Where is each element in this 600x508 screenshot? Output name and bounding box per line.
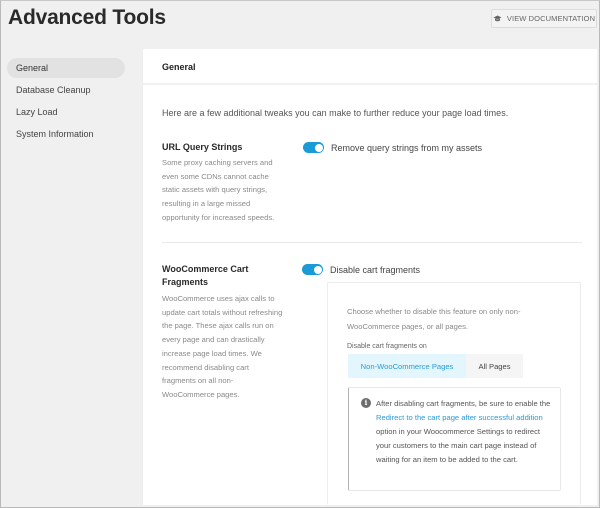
redirect-setting-link[interactable]: Redirect to the cart page after successf… (376, 413, 543, 422)
panel-description: Choose whether to disable this feature o… (347, 307, 521, 331)
sidebar-item-general[interactable]: General (7, 58, 125, 78)
sidebar-item-database-cleanup[interactable]: Database Cleanup (7, 80, 125, 100)
url-query-strings-description: Some proxy caching servers and even some… (162, 158, 275, 222)
url-query-strings-label: URL Query Strings (162, 142, 243, 152)
toggle-switch-on[interactable] (303, 142, 324, 153)
info-icon: i (361, 398, 371, 408)
view-documentation-button[interactable]: VIEW DOCUMENTATION (491, 9, 597, 28)
remove-query-strings-label: Remove query strings from my assets (331, 142, 483, 153)
segment-label: Disable cart fragments on (347, 343, 427, 350)
notice-text-before: After disabling cart fragments, be sure … (376, 399, 551, 408)
disable-cart-fragments-toggle[interactable]: Disable cart fragments (302, 264, 420, 275)
section-divider (162, 242, 582, 243)
graduation-cap-icon (493, 15, 502, 22)
toggle-knob (314, 143, 323, 152)
section-title: General (143, 49, 597, 85)
sidebar-nav: General Database Cleanup Lazy Load Syste… (7, 58, 125, 146)
disable-cart-fragments-label: Disable cart fragments (330, 264, 421, 275)
disable-scope-segmented-control: Non-WooCommerce Pages All Pages (348, 354, 523, 378)
cart-fragments-label: WooCommerce Cart Fragments (162, 264, 249, 287)
toggle-switch-on[interactable] (302, 264, 323, 275)
cart-fragments-description: WooCommerce uses ajax calls to update ca… (162, 294, 283, 399)
sidebar-item-lazy-load[interactable]: Lazy Load (7, 102, 125, 122)
option-non-woocommerce-pages[interactable]: Non-WooCommerce Pages (348, 354, 466, 378)
notice-text-after: option in your Woocommerce Settings to r… (376, 427, 541, 464)
cart-fragments-options-panel: Choose whether to disable this feature o… (327, 282, 581, 505)
option-all-pages[interactable]: All Pages (466, 354, 523, 378)
app-frame: Advanced Tools VIEW DOCUMENTATION Genera… (0, 0, 600, 508)
info-notice: i After disabling cart fragments, be sur… (348, 387, 561, 491)
notice-text: After disabling cart fragments, be sure … (376, 397, 556, 467)
remove-query-strings-toggle[interactable]: Remove query strings from my assets (303, 142, 482, 153)
intro-text: Here are a few additional tweaks you can… (162, 108, 509, 118)
toggle-knob (313, 265, 322, 274)
sidebar-item-system-information[interactable]: System Information (7, 124, 125, 144)
view-documentation-label: VIEW DOCUMENTATION (506, 14, 596, 23)
page-title: Advanced Tools (8, 6, 166, 29)
main-panel: General Here are a few additional tweaks… (142, 49, 597, 505)
